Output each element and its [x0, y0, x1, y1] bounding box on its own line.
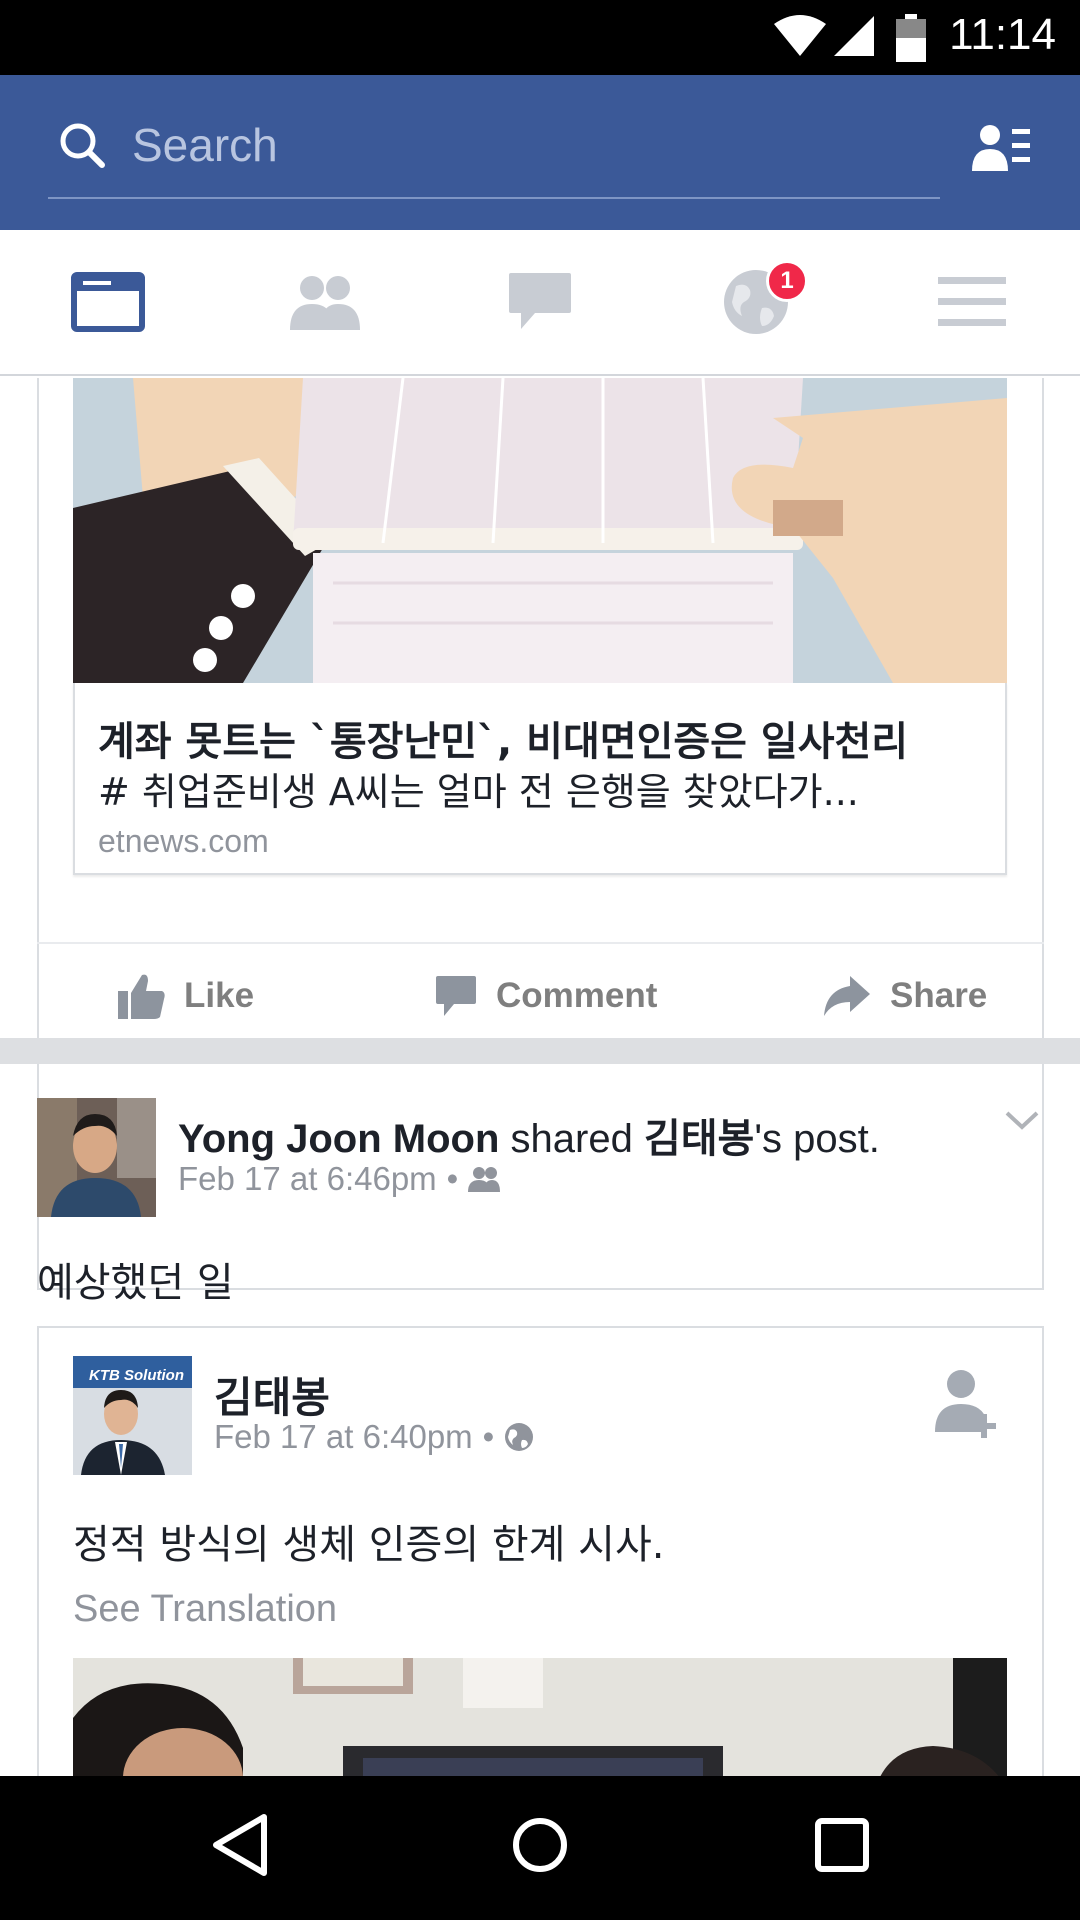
search-underline [48, 197, 940, 199]
share-arrow-icon [824, 976, 870, 1016]
original-author-link[interactable]: 김태봉 [644, 1117, 754, 1161]
system-nav-bar [0, 1776, 1080, 1920]
share-label: Share [890, 976, 988, 1015]
menu-icon [938, 277, 1006, 326]
add-friend-icon[interactable] [935, 1366, 1003, 1438]
feed-separator [0, 1038, 1080, 1064]
post-suffix: 's post. [754, 1117, 880, 1161]
office-photo [73, 1658, 1007, 1776]
search-bar[interactable] [48, 115, 940, 175]
avatar-banner-text: KTB Solution [89, 1367, 184, 1384]
link-domain: etnews.com [98, 823, 269, 859]
search-icon [60, 123, 105, 168]
tab-more[interactable] [922, 262, 1022, 342]
tab-bar: 1 [0, 230, 1080, 376]
status-bar: 11:14 [0, 0, 1080, 75]
link-title: 계좌 못트는 `통장난민`, 비대면인증은 일사천리 [98, 719, 909, 765]
status-time: 11:14 [949, 10, 1056, 59]
post-photo[interactable] [73, 1658, 1007, 1776]
author-avatar[interactable] [37, 1098, 156, 1217]
original-author-avatar[interactable]: KTB Solution [73, 1356, 192, 1475]
comment-icon [436, 976, 476, 1016]
app-header [0, 75, 1080, 230]
meta-separator: • [482, 1418, 495, 1455]
news-feed[interactable]: 계좌 못트는 `통장난민`, 비대면인증은 일사천리 # 취업준비생 A씨는 얼… [0, 378, 1080, 1776]
home-icon[interactable] [510, 1812, 570, 1878]
friend-list-icon[interactable] [972, 123, 1032, 173]
original-author-name[interactable]: 김태봉 [214, 1364, 330, 1425]
post-verb: shared [499, 1117, 644, 1161]
battery-icon [896, 14, 926, 62]
post-text: 예상했던 일 [37, 1260, 234, 1306]
post-meta: Feb 17 at 6:46pm • [178, 1160, 501, 1198]
friends-audience-icon [468, 1167, 501, 1192]
tab-messages[interactable] [490, 262, 590, 342]
chat-bubble-icon [509, 273, 571, 329]
post-author[interactable]: Yong Joon Moon [178, 1117, 499, 1161]
link-description: # 취업준비생 A씨는 얼마 전 은행을 찾았다가... [98, 770, 859, 814]
public-globe-icon [505, 1423, 534, 1451]
link-preview-image[interactable] [73, 378, 1007, 683]
comment-label: Comment [496, 976, 658, 1015]
search-input[interactable] [132, 115, 932, 175]
comment-button[interactable]: Comment [434, 966, 657, 1026]
action-divider [37, 942, 1044, 944]
friends-icon [290, 276, 360, 330]
thumbs-up-icon [118, 974, 165, 1019]
meta-separator: • [446, 1160, 459, 1197]
recents-icon[interactable] [812, 1812, 872, 1878]
card-payment-illustration [73, 378, 1007, 683]
original-post-meta: Feb 17 at 6:40pm • [214, 1418, 534, 1456]
see-translation-link[interactable]: See Translation [73, 1588, 337, 1631]
tab-news-feed[interactable] [58, 262, 158, 342]
like-label: Like [184, 976, 255, 1015]
author-photo [37, 1098, 156, 1217]
news-feed-icon [71, 272, 145, 332]
original-author-photo: KTB Solution [73, 1356, 192, 1475]
post-header: Yong Joon Moon shared 김태봉's post. [178, 1106, 880, 1164]
wifi-icon [774, 15, 826, 56]
back-icon[interactable] [210, 1812, 270, 1878]
original-post-timestamp[interactable]: Feb 17 at 6:40pm [214, 1418, 473, 1456]
like-button[interactable]: Like [116, 966, 254, 1026]
share-button[interactable]: Share [822, 966, 987, 1026]
link-preview-card[interactable]: 계좌 못트는 `통장난민`, 비대면인증은 일사천리 # 취업준비생 A씨는 얼… [73, 683, 1007, 875]
chevron-down-icon[interactable] [1004, 1108, 1040, 1132]
tab-friend-requests[interactable] [274, 262, 374, 342]
notification-badge: 1 [766, 260, 808, 302]
original-post-text: 정적 방식의 생체 인증의 한계 시사. [73, 1522, 665, 1568]
cell-signal-icon [834, 16, 874, 56]
post-timestamp[interactable]: Feb 17 at 6:46pm [178, 1160, 437, 1198]
